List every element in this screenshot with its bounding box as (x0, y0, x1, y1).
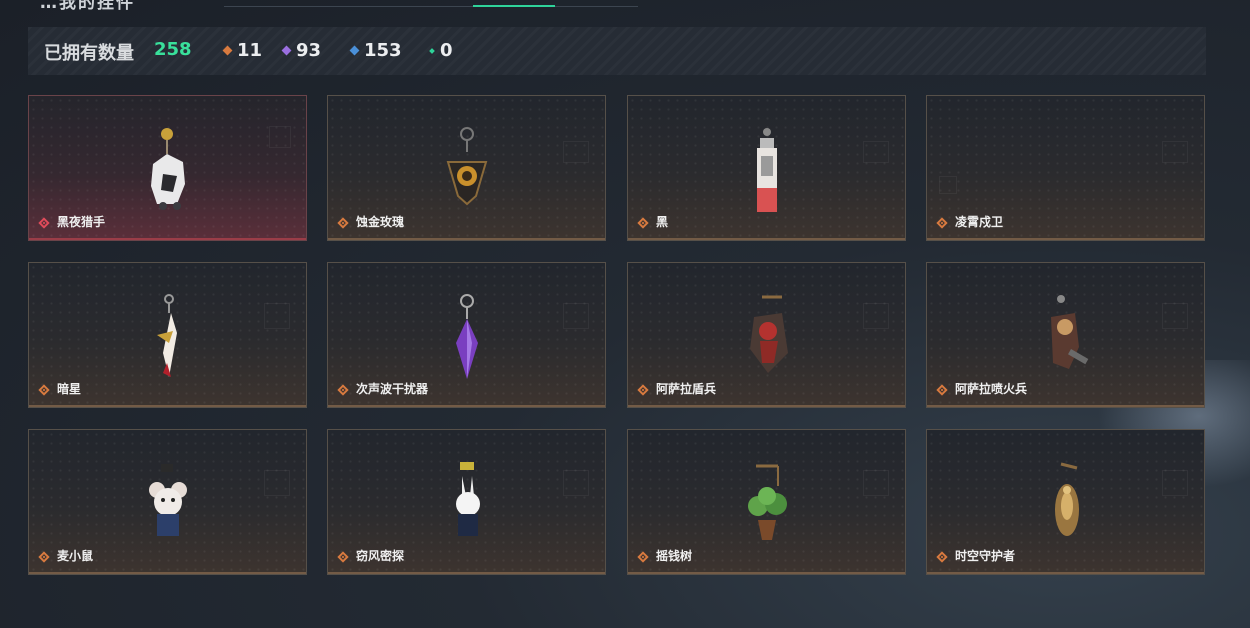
card-decoration (863, 303, 889, 329)
card-underline (628, 238, 905, 240)
charm-card[interactable]: 蚀金玫瑰 (327, 95, 606, 241)
active-tab-indicator (473, 5, 555, 7)
orange-gem-icon (222, 45, 233, 56)
card-underline (328, 238, 605, 240)
charm-card[interactable]: 黑 (627, 95, 906, 241)
charm-name: 阿萨拉盾兵 (656, 382, 717, 396)
tier-count: 0 (440, 40, 453, 61)
card-decoration (1162, 470, 1188, 496)
rarity-gem-icon (637, 551, 649, 563)
card-decoration (264, 303, 290, 329)
charm-name: 摇钱树 (656, 549, 693, 563)
charm-name: 黑夜猎手 (57, 215, 106, 229)
charm-card[interactable]: 次声波干扰器 (327, 262, 606, 408)
shield-soldier-charm-icon (749, 295, 788, 373)
charm-name: 麦小鼠 (57, 549, 94, 563)
charm-card[interactable]: 暗星 (28, 262, 307, 408)
card-decoration (269, 126, 291, 148)
rarity-gem-icon (637, 217, 649, 229)
crystal-charm-icon (455, 294, 478, 379)
card-underline (628, 405, 905, 407)
charm-card[interactable]: 窃风密探 (327, 429, 606, 575)
charm-name: 窃风密探 (356, 549, 405, 563)
green-gem-icon (429, 47, 435, 54)
card-decoration (563, 303, 589, 329)
rabbit-charm-icon (455, 462, 480, 536)
tier-count: 93 (296, 40, 322, 61)
tier-green-stat: 0 (429, 40, 453, 61)
card-decoration (563, 141, 589, 163)
purple-gem-icon (281, 45, 292, 56)
tier-orange-stat: 11 (222, 40, 263, 61)
flamethrower-charm-icon (1050, 295, 1088, 369)
rarity-gem-icon (936, 217, 948, 229)
charm-grid: 黑夜猎手 蚀金玫瑰 黑 凌霄戍卫 暗星 次声波干扰器 阿萨拉盾兵 阿萨拉喷火兵 … (28, 95, 1206, 575)
rarity-gem-icon (337, 551, 349, 563)
card-decoration (264, 470, 290, 496)
card-underline (29, 572, 306, 574)
card-underline (29, 238, 306, 240)
charm-name: 次声波干扰器 (356, 382, 429, 396)
card-decoration (863, 141, 889, 163)
card-underline (328, 405, 605, 407)
card-charm-icon (756, 128, 777, 212)
charm-name: 凌霄戍卫 (955, 215, 1004, 229)
rarity-gem-icon (337, 217, 349, 229)
tier-purple-stat: 93 (281, 40, 322, 61)
card-underline (927, 238, 1204, 240)
charm-card[interactable]: 阿萨拉盾兵 (627, 262, 906, 408)
owned-stats-bar: 已拥有数量 258 11 93 153 0 (28, 27, 1206, 75)
card-underline (927, 405, 1204, 407)
charm-card[interactable]: 凌霄戍卫 (926, 95, 1205, 241)
card-decoration (1162, 141, 1188, 163)
card-underline (328, 572, 605, 574)
blade-charm-icon (156, 294, 177, 377)
rarity-gem-icon (38, 217, 50, 229)
rarity-gem-icon (38, 384, 50, 396)
card-underline (29, 405, 306, 407)
charm-name: 阿萨拉喷火兵 (955, 382, 1028, 396)
rarity-gem-icon (936, 551, 948, 563)
charm-name: 暗星 (57, 382, 82, 396)
card-decoration (563, 470, 589, 496)
card-underline (927, 572, 1204, 574)
tier-count: 153 (364, 40, 402, 61)
hunter-charm-icon (150, 128, 185, 210)
money-tree-charm-icon (747, 464, 787, 540)
charm-card[interactable]: 黑夜猎手 (28, 95, 307, 241)
charm-name: 时空守护者 (955, 549, 1016, 563)
card-decoration (939, 176, 957, 194)
charm-name: 蚀金玫瑰 (356, 215, 405, 229)
tier-count: 11 (237, 40, 263, 61)
owned-total: 258 (154, 39, 192, 60)
charm-card[interactable]: 阿萨拉喷火兵 (926, 262, 1205, 408)
tab-strip[interactable] (224, 6, 638, 7)
rarity-gem-icon (936, 384, 948, 396)
owned-label: 已拥有数量 (44, 43, 134, 64)
charm-name: 黑 (656, 215, 669, 229)
charm-card[interactable]: 时空守护者 (926, 429, 1205, 575)
page-title: …我的挂件 (40, 0, 135, 13)
card-underline (628, 572, 905, 574)
charm-card[interactable]: 麦小鼠 (28, 429, 307, 575)
top-bar: …我的挂件 (0, 0, 1250, 13)
rose-charm-icon (446, 127, 487, 206)
rarity-gem-icon (637, 384, 649, 396)
blue-gem-icon (349, 45, 360, 56)
rarity-gem-icon (38, 551, 50, 563)
guardian-charm-icon (1054, 462, 1079, 536)
card-decoration (863, 470, 889, 496)
card-decoration (1162, 303, 1188, 329)
charm-card[interactable]: 摇钱树 (627, 429, 906, 575)
rarity-gem-icon (337, 384, 349, 396)
mouse-charm-icon (148, 464, 187, 536)
tier-blue-stat: 153 (349, 40, 402, 61)
